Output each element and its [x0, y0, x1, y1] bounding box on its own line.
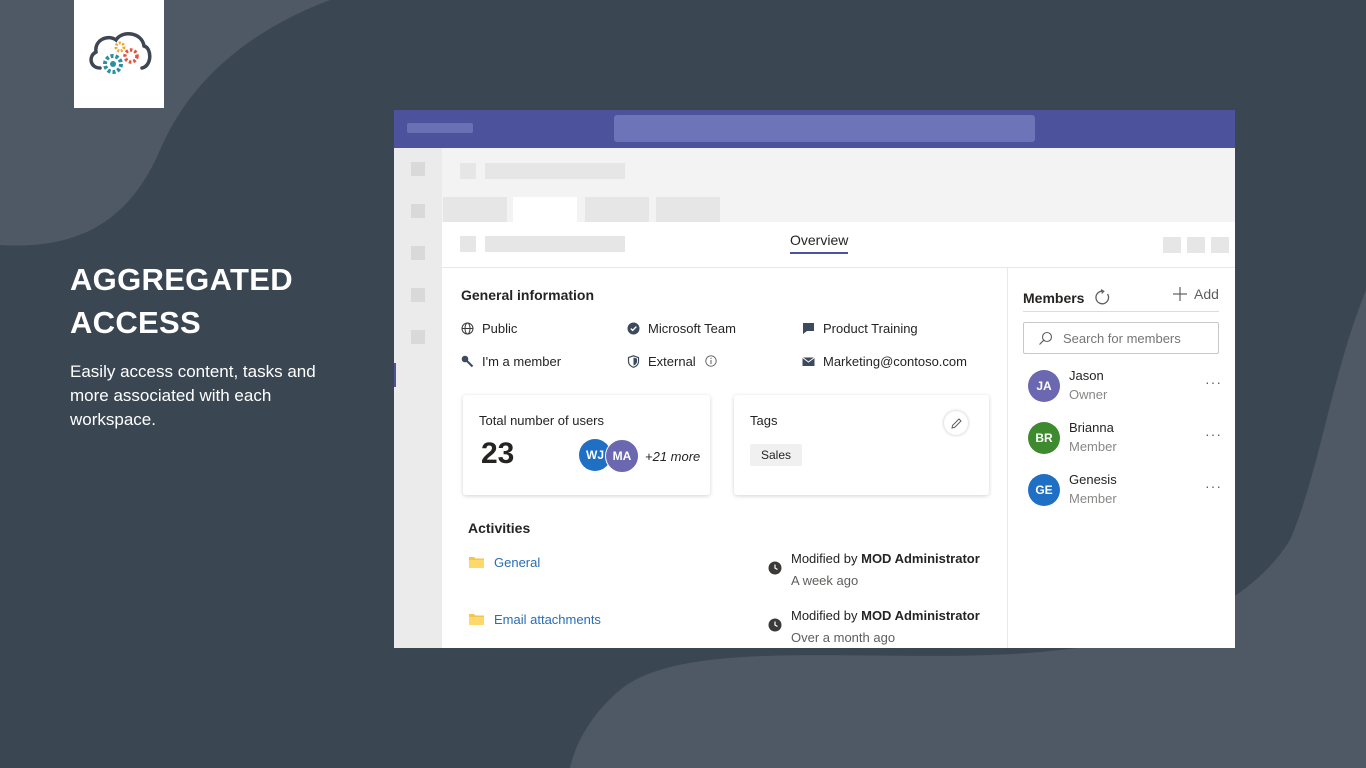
team-avatar-placeholder [460, 163, 476, 179]
activity-modified: Modified by MOD Administrator [791, 551, 980, 566]
member-name: Jason [1069, 368, 1104, 383]
info-tooltip-icon[interactable] [705, 355, 717, 367]
info-team-type: Microsoft Team [627, 318, 736, 338]
info-label: Microsoft Team [648, 320, 736, 336]
general-info-title: General information [461, 287, 595, 303]
globe-icon [461, 322, 474, 335]
member-avatar: JA [1028, 370, 1060, 402]
tab-active-placeholder[interactable] [513, 197, 577, 223]
header-action-placeholder[interactable] [1187, 237, 1205, 253]
folder-icon [469, 557, 484, 568]
member-avatar: GE [1028, 474, 1060, 506]
refresh-icon[interactable] [1094, 289, 1111, 306]
info-label: External [648, 353, 696, 369]
channel-icon-placeholder [460, 236, 476, 252]
info-visibility: Public [461, 318, 517, 338]
activity-link[interactable]: Email attachments [494, 612, 601, 627]
hero-title: AGGREGATED ACCESS [70, 262, 293, 340]
info-label: I'm a member [482, 353, 562, 369]
clock-icon [768, 561, 782, 575]
tag-chip[interactable]: Sales [750, 444, 803, 466]
activity-time: Over a month ago [791, 630, 896, 645]
channel-name-placeholder [485, 236, 625, 252]
info-email: Marketing@contoso.com [802, 351, 967, 371]
rail-active-indicator [394, 363, 396, 387]
title-bar [394, 110, 1235, 148]
member-search-input[interactable] [1061, 329, 1215, 347]
folder-icon [469, 614, 484, 625]
info-label: Product Training [823, 320, 918, 336]
shield-icon [627, 354, 640, 368]
more-options-icon[interactable]: ··· [1205, 426, 1222, 442]
activity-modified: Modified by MOD Administrator [791, 608, 980, 623]
member-search[interactable] [1023, 322, 1219, 354]
header-divider [442, 267, 1235, 268]
avatar[interactable]: MA [605, 439, 639, 473]
more-users-link[interactable]: +21 more [645, 449, 700, 464]
info-label: Public [482, 320, 518, 336]
members-title: Members [1023, 286, 1111, 306]
verified-badge-icon [627, 322, 640, 335]
rail-item[interactable] [411, 330, 425, 344]
template-icon [802, 322, 815, 335]
rail-item[interactable] [411, 288, 425, 302]
member-role: Member [1069, 439, 1117, 454]
member-role: Owner [1069, 387, 1108, 402]
add-member-button[interactable]: Add [1172, 286, 1219, 302]
brand-logo [74, 0, 164, 108]
activity-link[interactable]: General [494, 555, 540, 570]
app-name-placeholder [407, 123, 473, 133]
app-window: Overview General information Public Micr… [394, 110, 1235, 648]
rail-item[interactable] [411, 204, 425, 218]
tags-card: Tags Sales [734, 395, 989, 495]
rail-item[interactable] [411, 246, 425, 260]
hero-subtitle: Easily access content, tasks and more as… [70, 362, 316, 429]
more-options-icon[interactable]: ··· [1205, 478, 1222, 494]
key-icon [461, 355, 474, 368]
tab-placeholder[interactable] [443, 197, 507, 223]
main-content: Overview General information Public Micr… [442, 222, 1235, 648]
members-divider [1007, 268, 1008, 648]
info-label: Marketing@contoso.com [823, 353, 967, 369]
users-card: Total number of users 23 WJ MA +21 more [463, 395, 710, 495]
member-role: Member [1069, 491, 1117, 506]
rail-item[interactable] [411, 162, 425, 176]
tab-overview[interactable]: Overview [790, 232, 849, 254]
info-template: Product Training [802, 318, 918, 338]
clock-icon [768, 618, 782, 632]
plus-icon [1173, 287, 1187, 301]
tab-placeholder[interactable] [656, 197, 720, 223]
info-membership: I'm a member [461, 351, 561, 371]
tab-placeholder[interactable] [585, 197, 649, 223]
activity-time: A week ago [791, 573, 859, 588]
pencil-icon [950, 417, 962, 429]
mail-icon [802, 355, 815, 368]
member-avatar: BR [1028, 422, 1060, 454]
global-search-bar[interactable] [614, 115, 1035, 142]
edit-tags-button[interactable] [944, 411, 968, 435]
header-action-placeholder[interactable] [1211, 237, 1229, 253]
team-name-placeholder [485, 163, 625, 179]
member-name: Genesis [1069, 472, 1117, 487]
members-header-divider [1023, 311, 1219, 312]
user-count: 23 [481, 437, 515, 470]
activities-title: Activities [468, 520, 531, 536]
more-options-icon[interactable]: ··· [1205, 374, 1222, 390]
cloud-gears-logo-icon [89, 32, 152, 74]
search-icon [1039, 331, 1053, 345]
info-external: External [627, 351, 717, 371]
member-name: Brianna [1069, 420, 1114, 435]
header-action-placeholder[interactable] [1163, 237, 1181, 253]
app-rail [394, 148, 442, 648]
tags-card-label: Tags [750, 413, 778, 428]
users-card-label: Total number of users [479, 413, 605, 428]
